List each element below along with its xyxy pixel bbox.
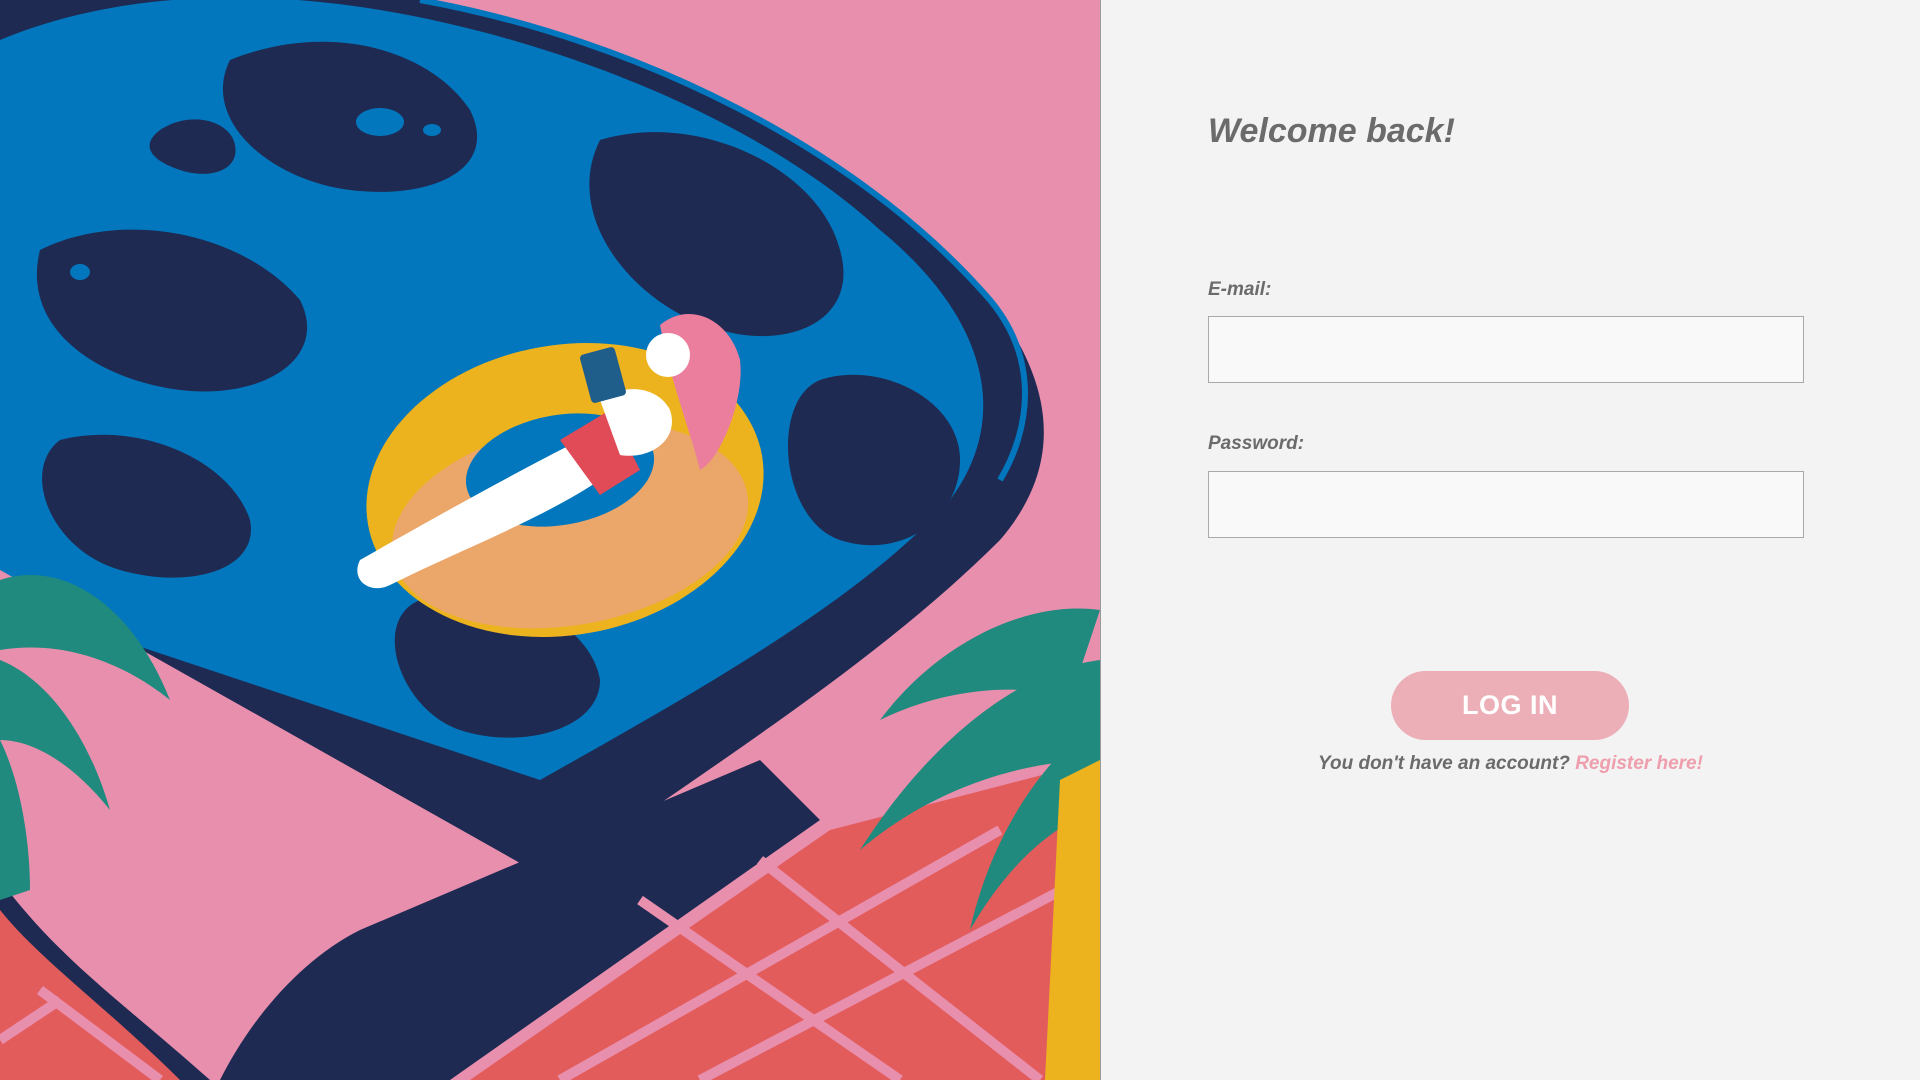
login-panel: Welcome back! E-mail: Password: LOG IN Y… — [1101, 0, 1920, 1080]
register-link[interactable]: Register here! — [1575, 753, 1703, 774]
email-input[interactable] — [1208, 316, 1804, 383]
password-label: Password: — [1208, 433, 1305, 454]
login-button[interactable]: LOG IN — [1391, 671, 1629, 740]
email-label: E-mail: — [1208, 279, 1272, 300]
register-prompt-text: You don't have an account? — [1318, 753, 1570, 774]
register-prompt: You don't have an account? Register here… — [1101, 753, 1920, 775]
welcome-heading: Welcome back! — [1208, 112, 1455, 150]
pool-float-illustration — [0, 0, 1101, 1080]
password-input[interactable] — [1208, 471, 1804, 538]
